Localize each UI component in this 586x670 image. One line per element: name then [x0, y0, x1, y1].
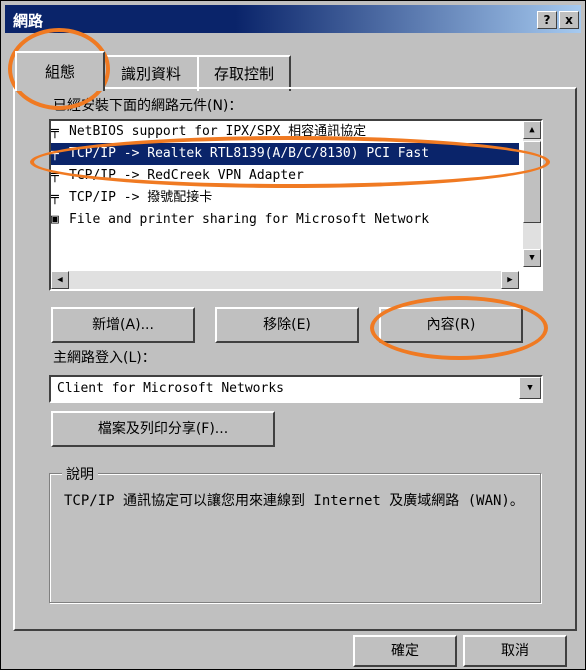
components-list[interactable]: ╤ NetBIOS support for IPX/SPX 相容通訊協定 ╤ TCP…: [49, 119, 543, 291]
protocol-icon: ╤: [51, 190, 59, 205]
cancel-button[interactable]: 取消: [463, 635, 567, 667]
scroll-thumb[interactable]: [523, 141, 541, 223]
scroll-up-icon[interactable]: ▲: [523, 121, 541, 139]
primary-logon-value: Client for Microsoft Networks: [57, 381, 284, 396]
dialog-title: 網路: [13, 12, 44, 30]
ok-button[interactable]: 確定: [353, 635, 457, 667]
help-button[interactable]: ?: [537, 11, 557, 29]
list-item[interactable]: ╤ NetBIOS support for IPX/SPX 相容通訊協定: [51, 121, 519, 143]
file-print-sharing-button[interactable]: 檔案及列印分享(F)...: [51, 411, 275, 447]
components-label: 已經安裝下面的網路元件(N)：: [53, 98, 243, 114]
scroll-right-icon[interactable]: ▶: [501, 271, 519, 289]
description-group: 說明 TCP/IP 通訊協定可以讓您用來連線到 Internet 及廣域網路 (…: [49, 464, 541, 603]
add-button[interactable]: 新增(A)...: [51, 307, 195, 343]
tab-identification[interactable]: 識別資料: [103, 55, 199, 91]
close-button[interactable]: x: [559, 11, 579, 29]
tab-configuration[interactable]: 組態: [15, 51, 105, 91]
protocol-icon: ╤: [51, 146, 59, 161]
horizontal-scrollbar[interactable]: ◀ ▶: [51, 271, 519, 289]
list-item[interactable]: ▣ File and printer sharing for Microsoft …: [51, 209, 519, 231]
protocol-icon: ╤: [51, 168, 59, 183]
title-bar[interactable]: 網路 ? x: [5, 5, 581, 33]
remove-button[interactable]: 移除(E): [215, 307, 359, 343]
list-item[interactable]: ╤ TCP/IP -> RedCreek VPN Adapter: [51, 165, 519, 187]
scroll-down-icon[interactable]: ▼: [523, 249, 541, 267]
network-dialog: 網路 ? x 組態 識別資料 存取控制 已經安裝下面的網路元件(N)： ╤ Net…: [0, 0, 586, 670]
description-text: TCP/IP 通訊協定可以讓您用來連線到 Internet 及廣域網路 (WAN…: [64, 493, 524, 509]
list-item[interactable]: ╤ TCP/IP -> 撥號配接卡: [51, 187, 519, 209]
network-service-icon: ▣: [51, 212, 59, 227]
vertical-scrollbar[interactable]: ▲ ▼: [523, 121, 541, 267]
chevron-down-icon[interactable]: ▼: [519, 377, 541, 399]
description-title: 說明: [62, 464, 98, 484]
protocol-icon: ╤: [51, 124, 59, 139]
scroll-left-icon[interactable]: ◀: [51, 271, 69, 289]
properties-button[interactable]: 內容(R): [379, 307, 523, 343]
tab-access-control[interactable]: 存取控制: [197, 55, 291, 91]
list-item-selected[interactable]: ╤ TCP/IP -> Realtek RTL8139(A/B/C/8130) P…: [51, 143, 519, 165]
primary-logon-select[interactable]: Client for Microsoft Networks ▼: [49, 375, 543, 403]
primary-logon-label: 主網路登入(L)：: [53, 350, 156, 366]
